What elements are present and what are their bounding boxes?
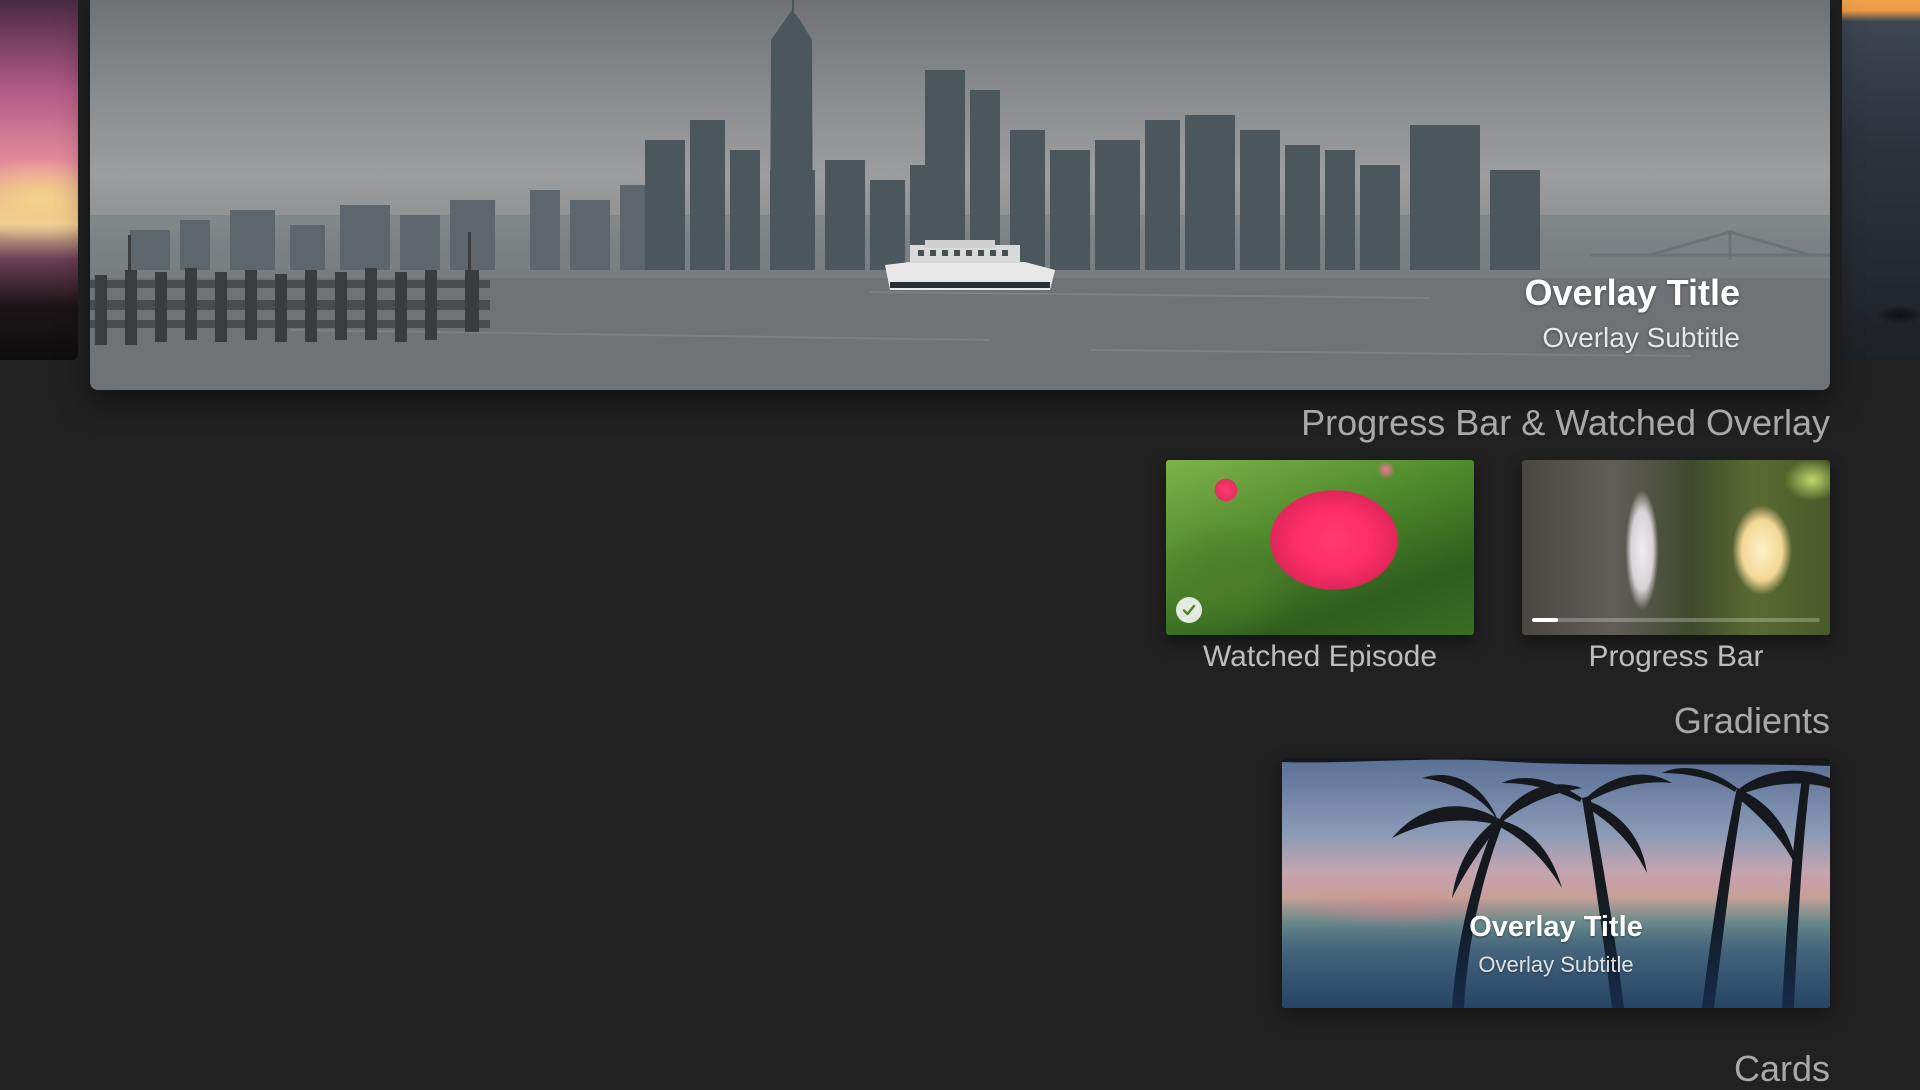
previous-hero-image[interactable] bbox=[0, 0, 78, 360]
section-header-gradients: Gradients bbox=[1673, 700, 1830, 741]
episode-tile-watched[interactable] bbox=[1166, 460, 1474, 635]
palm-silhouette bbox=[1860, 285, 1920, 345]
progress-bar-fill bbox=[1532, 618, 1558, 622]
card-overlay-title: Overlay Title bbox=[1469, 911, 1643, 943]
checkmark-icon bbox=[1176, 597, 1202, 623]
next-hero-image[interactable] bbox=[1842, 0, 1920, 360]
progress-bar bbox=[1532, 618, 1820, 622]
card-overlay-subtitle: Overlay Subtitle bbox=[1478, 952, 1634, 977]
hero-banner[interactable]: Overlay Title Overlay Subtitle bbox=[90, 0, 1830, 390]
episode-label-progress: Progress Bar bbox=[1588, 640, 1764, 673]
hero-overlay-title: Overlay Title bbox=[1524, 272, 1740, 313]
section-header-progress-watched: Progress Bar & Watched Overlay bbox=[1301, 402, 1830, 443]
episode-label-watched: Watched Episode bbox=[1202, 640, 1438, 673]
section-header-cards: Cards bbox=[1733, 1048, 1830, 1089]
gradient-card[interactable]: Overlay Title Overlay Subtitle bbox=[1282, 758, 1830, 1008]
episode-tile-progress[interactable] bbox=[1522, 460, 1830, 635]
hero-overlay-subtitle: Overlay Subtitle bbox=[1542, 322, 1740, 353]
